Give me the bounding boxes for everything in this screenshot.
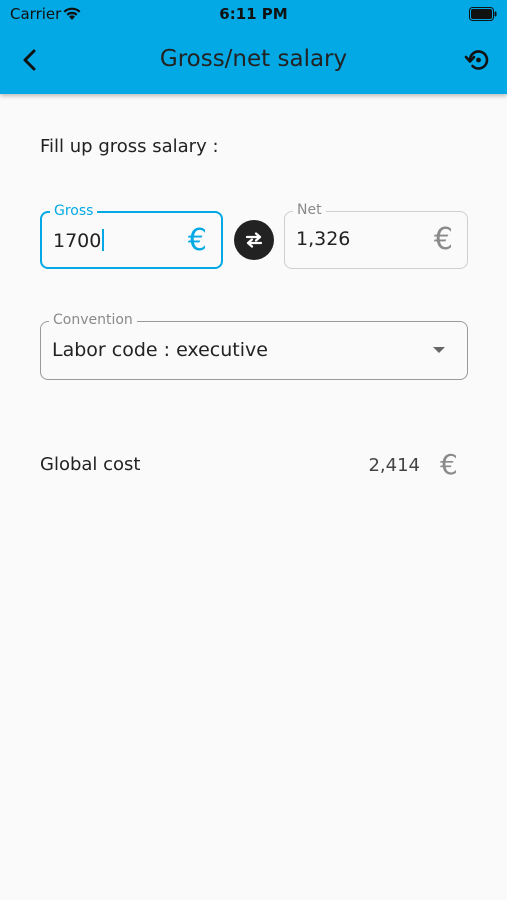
euro-icon: € [187, 223, 207, 258]
swap-button[interactable] [234, 220, 274, 260]
text-caret [102, 229, 105, 251]
net-value: 1,326 [296, 228, 351, 250]
global-cost-label: Global cost [40, 454, 141, 475]
gross-salary-input[interactable]: Gross 1700 € [40, 203, 223, 269]
convention-select[interactable]: Convention Labor code : executive [40, 312, 468, 380]
global-cost-value: 2,414 [368, 455, 420, 476]
net-label: Net [293, 202, 326, 218]
gross-value-wrapper: 1700 [53, 229, 105, 252]
swap-icon [245, 232, 263, 248]
page-title: Gross/net salary [159, 46, 348, 72]
convention-value: Labor code : executive [52, 339, 268, 361]
status-bar: Carrier 6:11 PM [0, 0, 507, 30]
convention-label: Convention [49, 312, 137, 328]
euro-icon: € [440, 448, 458, 481]
app-bar: Carrier 6:11 PM Gross/net salary [0, 0, 507, 94]
prompt-label: Fill up gross salary : [40, 136, 219, 157]
status-time: 6:11 PM [219, 5, 288, 23]
net-salary-input[interactable]: Net 1,326 € [284, 202, 468, 269]
gross-label: Gross [50, 203, 98, 219]
history-button[interactable] [463, 44, 493, 76]
dropdown-arrow-icon [433, 347, 445, 353]
history-icon [464, 50, 489, 70]
euro-icon: € [433, 222, 453, 257]
battery-icon [469, 7, 497, 21]
gross-value: 1700 [53, 230, 102, 252]
